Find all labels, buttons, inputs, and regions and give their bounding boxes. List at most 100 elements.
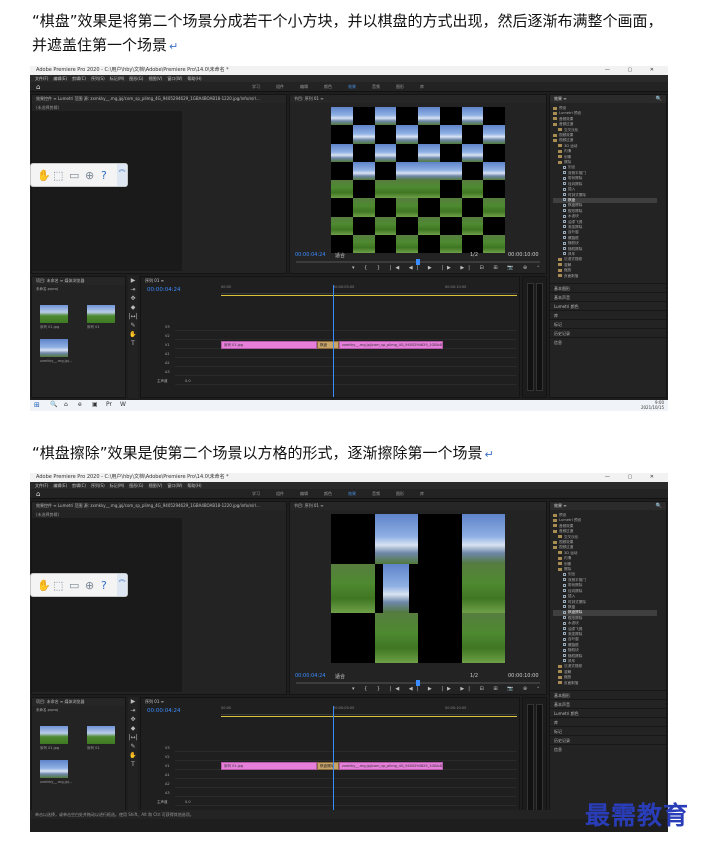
project-thumbnail[interactable] bbox=[87, 726, 115, 744]
menu-item[interactable]: 剪辑(C) bbox=[72, 76, 86, 81]
track-header[interactable]: A2 bbox=[165, 782, 170, 786]
workspace-tab[interactable]: 图形 bbox=[396, 489, 404, 499]
program-fit[interactable]: 适合 bbox=[335, 673, 345, 680]
menu-item[interactable]: 帮助(H) bbox=[187, 483, 201, 488]
workspace-tab[interactable]: 编辑 bbox=[300, 489, 308, 499]
track-lane[interactable] bbox=[175, 377, 517, 385]
tool-button[interactable]: ◆ bbox=[128, 724, 138, 733]
track-header[interactable]: V3 bbox=[165, 746, 170, 750]
tool-button[interactable]: ✥ bbox=[128, 294, 138, 303]
track-lane[interactable] bbox=[175, 771, 517, 779]
work-area-bar[interactable] bbox=[221, 716, 517, 717]
taskbar-app-icon[interactable]: ⌂ bbox=[64, 401, 68, 408]
track-header[interactable]: V1 bbox=[165, 343, 170, 347]
workspace-tab[interactable]: 学习 bbox=[252, 82, 260, 92]
side-panel-tab[interactable]: Lumetri 颜色 bbox=[550, 300, 666, 310]
search-icon[interactable]: 🔍 bbox=[656, 96, 662, 102]
video-clip-1[interactable]: 序列 01.jpg bbox=[221, 762, 317, 770]
menu-item[interactable]: 标记(M) bbox=[110, 483, 125, 488]
workspace-tab[interactable]: 颜色 bbox=[324, 489, 332, 499]
workspace-tab[interactable]: 学习 bbox=[252, 489, 260, 499]
tool-button[interactable]: ▶ bbox=[128, 697, 138, 706]
playback-controls[interactable]: ▾ { } |◀ ◀| ▶ |▶ ▶| ⊟ ⊞ 📷 ⊕ ⁺ bbox=[352, 265, 543, 271]
track-lane[interactable] bbox=[175, 350, 517, 358]
effects-tree-item[interactable]: 页面剥落 bbox=[553, 274, 657, 279]
track-lane[interactable] bbox=[175, 368, 517, 376]
project-thumbnail[interactable] bbox=[40, 726, 68, 744]
video-clip-1[interactable]: 序列 01.jpg bbox=[221, 341, 317, 349]
playback-controls[interactable]: ▾ { } |◀ ◀| ▶ |▶ ▶| ⊟ ⊞ 📷 ⊕ ⁺ bbox=[352, 686, 543, 692]
timeline-ruler[interactable]: 00:00 00:00:05:00 00:00:10:00 bbox=[221, 285, 517, 294]
menu-item[interactable]: 序列(S) bbox=[91, 483, 105, 488]
side-panel-tab[interactable]: Lumetri 颜色 bbox=[550, 707, 666, 717]
track-header[interactable]: A2 bbox=[165, 361, 170, 365]
toolbar-tool-icon[interactable]: ▭ bbox=[69, 579, 79, 592]
workspace-tab[interactable]: 效果 bbox=[348, 82, 356, 92]
tool-button[interactable]: |↔| bbox=[128, 312, 138, 321]
home-icon[interactable]: ⌂ bbox=[36, 490, 40, 498]
menu-item[interactable]: 剪辑(C) bbox=[72, 483, 86, 488]
track-header[interactable]: V1 bbox=[165, 764, 170, 768]
track-header[interactable]: A3 bbox=[165, 370, 170, 374]
workspace-tab[interactable]: 库 bbox=[420, 82, 424, 92]
tool-button[interactable]: ◆ bbox=[128, 303, 138, 312]
menu-item[interactable]: 视图(V) bbox=[148, 483, 162, 488]
workspace-tab[interactable]: 库 bbox=[420, 489, 424, 499]
timeline-playhead[interactable] bbox=[333, 285, 334, 397]
side-panel-tab[interactable]: 基本图形 bbox=[550, 282, 666, 292]
help-icon[interactable]: ? bbox=[101, 579, 107, 592]
start-icon[interactable]: ⊞ bbox=[34, 401, 40, 409]
menu-item[interactable]: 窗口(W) bbox=[167, 76, 182, 81]
tool-button[interactable]: |↔| bbox=[128, 733, 138, 742]
tool-button[interactable]: ✥ bbox=[128, 715, 138, 724]
track-lane[interactable] bbox=[175, 323, 517, 331]
taskbar-app-icon[interactable]: ▣ bbox=[92, 401, 98, 408]
track-header[interactable]: V2 bbox=[165, 334, 170, 338]
effects-tree-item[interactable]: 页面剥落 bbox=[553, 681, 657, 686]
collapse-icon[interactable]: ︽ bbox=[117, 574, 127, 596]
toolbar-tool-icon[interactable]: ✋ bbox=[37, 169, 51, 182]
menu-item[interactable]: 文件(F) bbox=[35, 76, 48, 81]
program-scale[interactable]: 1/2 bbox=[470, 252, 478, 258]
workspace-tab[interactable]: 效果 bbox=[348, 489, 356, 499]
timeline-title[interactable]: 序列 01 ≡ bbox=[145, 699, 164, 705]
window-controls[interactable]: — ▢ ✕ bbox=[605, 473, 662, 482]
effects-title[interactable]: 效果 ≡ bbox=[550, 502, 666, 510]
menu-item[interactable]: 视图(V) bbox=[148, 76, 162, 81]
track-lane[interactable] bbox=[175, 359, 517, 367]
help-icon[interactable]: ? bbox=[101, 169, 107, 182]
taskbar-clock[interactable]: 9:00 2021/10/15 bbox=[641, 400, 664, 410]
taskbar-app-icon[interactable]: W bbox=[120, 401, 126, 408]
workspace-tab[interactable]: 音频 bbox=[372, 489, 380, 499]
side-panel-tab[interactable]: 基本声音 bbox=[550, 291, 666, 301]
menu-item[interactable]: 序列(S) bbox=[91, 76, 105, 81]
tool-button[interactable]: ▶ bbox=[128, 276, 138, 285]
menu-item[interactable]: 编辑(E) bbox=[53, 483, 67, 488]
side-panel-tab[interactable]: 标记 bbox=[550, 725, 666, 735]
transition-clip[interactable]: 棋盘擦除 bbox=[317, 762, 339, 770]
tool-button[interactable]: T bbox=[128, 339, 138, 348]
tool-button[interactable]: T bbox=[128, 760, 138, 769]
timeline-playhead[interactable] bbox=[333, 706, 334, 818]
tool-button[interactable]: ⇥ bbox=[128, 285, 138, 294]
menu-item[interactable]: 编辑(E) bbox=[53, 76, 67, 81]
side-panel-tab[interactable]: 基本图形 bbox=[550, 689, 666, 699]
tool-button[interactable]: ✋ bbox=[128, 751, 138, 760]
workspace-tab[interactable]: 颜色 bbox=[324, 82, 332, 92]
toolbar-tool-icon[interactable]: ▭ bbox=[69, 169, 79, 182]
menu-item[interactable]: 帮助(H) bbox=[187, 76, 201, 81]
toolbar-tool-icon[interactable]: ⊕ bbox=[85, 579, 94, 592]
workspace-tab[interactable]: 编辑 bbox=[300, 82, 308, 92]
toolbar-tool-icon[interactable]: ⬚ bbox=[53, 579, 63, 592]
program-title[interactable]: 节目: 序列 01 ≡ bbox=[290, 95, 546, 103]
transition-clip[interactable]: 棋盘 bbox=[317, 341, 339, 349]
track-lane[interactable] bbox=[175, 780, 517, 788]
side-panel-tab[interactable]: 标记 bbox=[550, 318, 666, 328]
side-panel-tab[interactable]: 信息 bbox=[550, 336, 666, 346]
taskbar-app-icon[interactable]: Pr bbox=[106, 401, 112, 408]
tool-button[interactable]: ⇥ bbox=[128, 706, 138, 715]
timeline-ruler[interactable]: 00:00 00:00:05:00 00:00:10:00 bbox=[221, 706, 517, 715]
toolbar-tool-icon[interactable]: ⬚ bbox=[53, 169, 63, 182]
timeline-title[interactable]: 序列 01 ≡ bbox=[145, 278, 164, 284]
tool-button[interactable]: ✎ bbox=[128, 742, 138, 751]
